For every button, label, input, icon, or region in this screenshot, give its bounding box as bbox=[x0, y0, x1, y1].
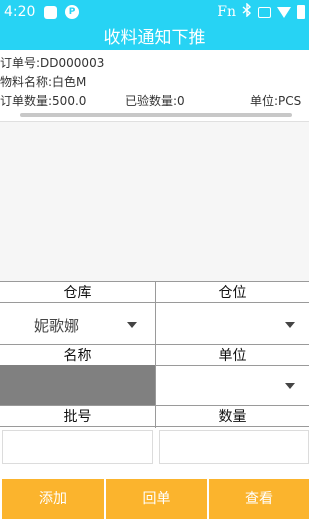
quantity-label: 数量 bbox=[156, 405, 309, 427]
bluetooth-icon bbox=[242, 2, 252, 21]
notification-square-icon bbox=[44, 6, 57, 19]
location-label: 仓位 bbox=[156, 281, 309, 303]
status-icons: Fn bbox=[217, 2, 305, 21]
page-title: 收料通知下推 bbox=[0, 26, 309, 50]
dropdown-caret-icon bbox=[127, 322, 137, 328]
dropdown-caret-icon bbox=[285, 383, 295, 389]
p-app-icon: P bbox=[65, 5, 79, 19]
quantity-input[interactable] bbox=[159, 430, 309, 464]
order-unit: 单位:PCS bbox=[250, 94, 302, 108]
name-label: 名称 bbox=[0, 344, 155, 366]
unit-label: 单位 bbox=[156, 344, 309, 366]
batch-input[interactable] bbox=[2, 430, 153, 464]
battery-icon bbox=[297, 5, 305, 19]
item-list-panel[interactable] bbox=[0, 121, 309, 281]
status-time: 4:20 bbox=[4, 4, 36, 20]
add-button[interactable]: 添加 bbox=[2, 479, 104, 519]
view-button[interactable]: 查看 bbox=[209, 479, 309, 519]
sim-icon bbox=[258, 6, 271, 18]
warehouse-label: 仓库 bbox=[0, 281, 155, 303]
dropdown-caret-icon bbox=[285, 322, 295, 328]
order-quantity: 订单数量:500.0 bbox=[0, 94, 87, 108]
location-select[interactable] bbox=[156, 304, 309, 344]
horizontal-scrollbar[interactable] bbox=[20, 113, 292, 117]
fn-indicator: Fn bbox=[217, 4, 236, 20]
column-divider bbox=[155, 405, 156, 428]
batch-label: 批号 bbox=[0, 405, 155, 427]
name-field[interactable] bbox=[0, 365, 155, 405]
inspected-quantity: 已验数量:0 bbox=[125, 94, 185, 108]
warehouse-select[interactable]: 妮歌娜 bbox=[0, 304, 155, 344]
status-bar: 4:20 P Fn bbox=[0, 0, 309, 26]
order-number: 订单号:DD000003 bbox=[0, 56, 105, 70]
material-name: 物料名称:白色M bbox=[0, 75, 87, 89]
unit-select[interactable] bbox=[156, 365, 309, 405]
wifi-icon bbox=[277, 6, 291, 18]
warehouse-value: 妮歌娜 bbox=[34, 317, 80, 335]
return-button[interactable]: 回单 bbox=[106, 479, 207, 519]
